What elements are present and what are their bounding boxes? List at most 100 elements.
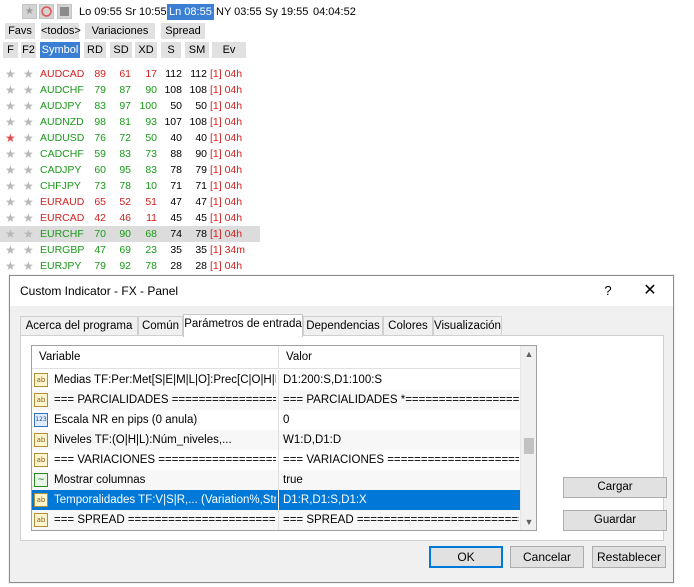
column-symbol[interactable]: Symbol [40, 42, 80, 58]
ok-button[interactable]: OK [429, 546, 503, 568]
parameter-value[interactable]: D1:R,D1:S,D1:X [283, 490, 519, 510]
favorite-star-icon[interactable]: ★ [5, 162, 16, 178]
favorite2-star-icon[interactable]: ★ [23, 146, 34, 162]
favorite-star-icon[interactable]: ★ [5, 114, 16, 130]
parameter-value[interactable]: === PARCIALIDADES *=================== [283, 390, 519, 410]
parameter-value[interactable]: true [283, 470, 519, 490]
symbol-name[interactable]: EURCHF [40, 226, 84, 242]
column-sd[interactable]: SD [110, 42, 132, 58]
favorite-star-icon[interactable]: ★ [5, 98, 16, 114]
scroll-thumb[interactable] [524, 438, 534, 454]
parameter-value[interactable]: W1:D,D1:D [283, 430, 519, 450]
load-button[interactable]: Cargar [563, 477, 667, 498]
column-f[interactable]: F [3, 42, 18, 58]
parameter-value[interactable]: === VARIACIONES ====================== [283, 450, 519, 470]
favorite2-star-icon[interactable]: ★ [23, 162, 34, 178]
scroll-down-icon[interactable]: ▼ [521, 514, 536, 530]
session-ln[interactable]: Ln 08:55 [167, 4, 214, 20]
favorite2-star-icon[interactable]: ★ [23, 130, 34, 146]
favs-button[interactable]: Favs [5, 23, 35, 39]
tab-visualization[interactable]: Visualización [433, 316, 502, 336]
favorite-star-icon[interactable]: ★ [5, 194, 16, 210]
tab-about[interactable]: Acerca del programa [20, 316, 138, 336]
parameter-row[interactable]: ab Temporalidades TF:V|S|R,... (Variation… [32, 490, 520, 510]
favorite2-star-icon[interactable]: ★ [23, 242, 34, 258]
symbol-row[interactable]: ★ ★ EURGBP 47 69 23 35 35 [1] 34m [0, 242, 260, 258]
parameter-row[interactable]: ab Niveles TF:(O|H|L):Núm_niveles,... W1:D… [32, 430, 520, 450]
symbol-name[interactable]: CHFJPY [40, 178, 81, 194]
favorite2-star-icon[interactable]: ★ [23, 194, 34, 210]
symbol-row[interactable]: ★ ★ CADCHF 59 83 73 88 90 [1] 04h [0, 146, 260, 162]
session-london[interactable]: Lo 09:55 [77, 4, 124, 20]
favorite-star-icon[interactable]: ★ [5, 242, 16, 258]
scroll-up-icon[interactable]: ▲ [521, 346, 536, 362]
parameter-row[interactable]: ~ Mostrar columnas true [32, 470, 520, 490]
tab-dependencies[interactable]: Dependencias [303, 316, 383, 336]
favorite-star-icon[interactable]: ★ [5, 258, 16, 274]
star-toggle-button[interactable]: ★ [22, 4, 37, 19]
symbol-row[interactable]: ★ ★ AUDJPY 83 97 100 50 50 [1] 04h [0, 98, 260, 114]
favorite2-star-icon[interactable]: ★ [23, 98, 34, 114]
stop-button[interactable] [57, 4, 72, 19]
symbol-name[interactable]: AUDNZD [40, 114, 84, 130]
favorite2-star-icon[interactable]: ★ [23, 226, 34, 242]
parameter-row[interactable]: 123 Escala NR en pips (0 anula) 0 [32, 410, 520, 430]
symbol-name[interactable]: EURCAD [40, 210, 84, 226]
symbol-row[interactable]: ★ ★ CHFJPY 73 78 10 71 71 [1] 04h [0, 178, 260, 194]
parameter-row[interactable]: ab === PARCIALIDADES =================== =… [32, 390, 520, 410]
variations-button[interactable]: Variaciones [85, 23, 155, 39]
symbol-name[interactable]: AUDJPY [40, 98, 81, 114]
symbol-row[interactable]: ★ ★ EURCAD 42 46 11 45 45 [1] 04h [0, 210, 260, 226]
favorite-star-icon[interactable]: ★ [5, 130, 16, 146]
parameter-row[interactable]: ab === VARIACIONES ======================… [32, 450, 520, 470]
symbol-row[interactable]: ★ ★ EURAUD 65 52 51 47 47 [1] 04h [0, 194, 260, 210]
symbol-row[interactable]: ★ ★ AUDUSD 76 72 50 40 40 [1] 04h [0, 130, 260, 146]
close-icon[interactable]: ✕ [638, 281, 662, 301]
symbol-row[interactable]: ★ ★ EURCHF 70 90 68 74 78 [1] 04h [0, 226, 260, 242]
session-newyork[interactable]: NY 03:55 [214, 4, 264, 20]
parameter-value[interactable]: === SPREAD =========================== [283, 510, 519, 530]
favorite2-star-icon[interactable]: ★ [23, 210, 34, 226]
parameter-value[interactable]: D1:200:S,D1:100:S [283, 370, 519, 390]
symbol-name[interactable]: CADJPY [40, 162, 81, 178]
symbol-name[interactable]: AUDCHF [40, 82, 84, 98]
tab-input-parameters[interactable]: Parámetros de entrada [183, 314, 303, 337]
record-button[interactable] [39, 4, 54, 19]
symbol-name[interactable]: CADCHF [40, 146, 84, 162]
parameter-value[interactable]: 0 [283, 410, 519, 430]
all-filter-button[interactable]: <todos> [41, 23, 81, 39]
favorite2-star-icon[interactable]: ★ [23, 114, 34, 130]
symbol-row[interactable]: ★ ★ CADJPY 60 95 83 78 79 [1] 04h [0, 162, 260, 178]
session-sr[interactable]: Sr 10:55 [123, 4, 169, 20]
symbol-name[interactable]: AUDCAD [40, 66, 84, 82]
column-sm[interactable]: SM [185, 42, 209, 58]
favorite2-star-icon[interactable]: ★ [23, 66, 34, 82]
favorite-star-icon[interactable]: ★ [5, 226, 16, 242]
symbol-row[interactable]: ★ ★ AUDCHF 79 87 90 108 108 [1] 04h [0, 82, 260, 98]
symbol-row[interactable]: ★ ★ AUDNZD 98 81 93 107 108 [1] 04h [0, 114, 260, 130]
column-f2[interactable]: F2 [21, 42, 36, 58]
session-sydney[interactable]: Sy 19:55 [263, 4, 310, 20]
favorite2-star-icon[interactable]: ★ [23, 82, 34, 98]
favorite-star-icon[interactable]: ★ [5, 66, 16, 82]
symbol-name[interactable]: EURGBP [40, 242, 84, 258]
symbol-row[interactable]: ★ ★ EURJPY 79 92 78 28 28 [1] 04h [0, 258, 260, 274]
column-ev[interactable]: Ev [212, 42, 246, 58]
symbol-row[interactable]: ★ ★ AUDCAD 89 61 17 112 112 [1] 04h [0, 66, 260, 82]
spread-button[interactable]: Spread [161, 23, 205, 39]
header-variable[interactable]: Variable [39, 346, 80, 369]
header-separator[interactable] [278, 346, 279, 369]
symbol-name[interactable]: EURAUD [40, 194, 84, 210]
column-xd[interactable]: XD [135, 42, 157, 58]
column-s[interactable]: S [161, 42, 181, 58]
column-rd[interactable]: RD [84, 42, 106, 58]
symbol-name[interactable]: EURJPY [40, 258, 81, 274]
help-icon[interactable]: ? [598, 281, 618, 301]
favorite2-star-icon[interactable]: ★ [23, 258, 34, 274]
cancel-button[interactable]: Cancelar [510, 546, 584, 568]
tab-colors[interactable]: Colores [383, 316, 433, 336]
parameter-row[interactable]: ab Medias TF:Per:Met[S|E|M|L|O]:Prec[C|O|… [32, 370, 520, 390]
favorite-star-icon[interactable]: ★ [5, 82, 16, 98]
symbol-name[interactable]: AUDUSD [40, 130, 84, 146]
favorite-star-icon[interactable]: ★ [5, 210, 16, 226]
